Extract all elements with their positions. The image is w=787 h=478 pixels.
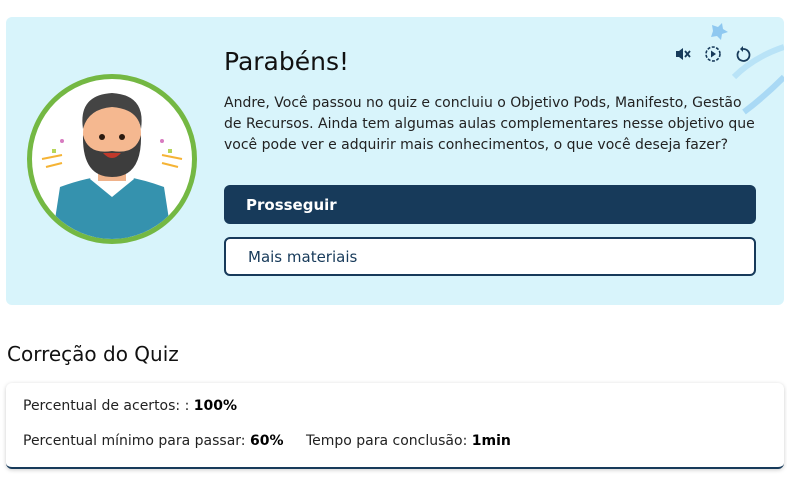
more-materials-button[interactable]: Mais materiais <box>224 237 756 276</box>
requirements-row: Percentual mínimo para passar: 60% Tempo… <box>23 433 511 449</box>
score-value: 100% <box>193 398 238 414</box>
media-controls <box>674 45 752 63</box>
celebrating-man-illustration-icon <box>41 93 183 239</box>
min-score-label: Percentual mínimo para passar: <box>23 433 246 449</box>
quiz-results-card: Percentual de acertos: : 100% Percentual… <box>6 383 784 469</box>
proceed-button[interactable]: Prosseguir <box>224 185 756 224</box>
play-circle-icon[interactable] <box>704 45 722 63</box>
time-label: Tempo para conclusão: <box>305 433 468 449</box>
replay-icon[interactable] <box>734 45 752 63</box>
time-value: 1min <box>471 433 511 449</box>
score-label: Percentual de acertos: : <box>23 398 190 414</box>
banner-message: Andre, Você passou no quiz e concluiu o … <box>224 95 755 153</box>
quiz-correction-heading: Correção do Quiz <box>7 342 179 366</box>
avatar <box>27 74 197 244</box>
min-score-value: 60% <box>249 433 284 449</box>
volume-mute-icon[interactable] <box>674 45 692 63</box>
banner-title: Parabéns! <box>224 47 350 76</box>
score-row: Percentual de acertos: : 100% <box>23 398 237 414</box>
congrats-banner: Parabéns! Andre, Você passou no quiz e c… <box>6 17 784 305</box>
